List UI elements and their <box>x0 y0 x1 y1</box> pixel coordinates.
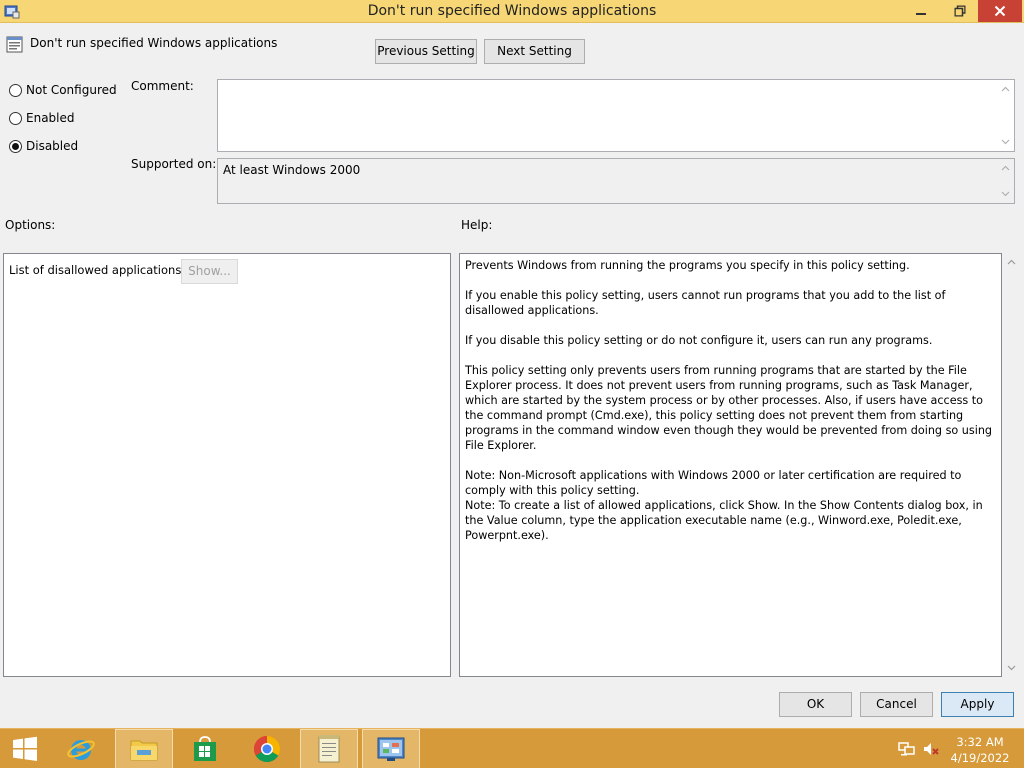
help-paragraph: Note: To create a list of allowed applic… <box>465 499 983 542</box>
title-bar: Don't run specified Windows applications <box>0 0 1024 23</box>
taskbar-file-explorer[interactable] <box>115 729 173 768</box>
scroll-down-icon[interactable] <box>1001 189 1010 198</box>
apply-button[interactable]: Apply <box>941 692 1014 717</box>
options-pane: List of disallowed applications Show... <box>3 253 451 677</box>
taskbar-store[interactable] <box>176 729 234 768</box>
help-pane: Prevents Windows from running the progra… <box>459 253 1002 677</box>
taskbar-notepad[interactable] <box>300 729 358 768</box>
scroll-up-icon[interactable] <box>1001 164 1010 173</box>
radio-label: Not Configured <box>26 83 117 97</box>
help-text: Prevents Windows from running the progra… <box>465 258 993 543</box>
enabled-radio[interactable]: Enabled <box>9 111 75 125</box>
close-icon <box>994 5 1006 17</box>
notepad-icon <box>318 735 340 763</box>
help-paragraph: This policy setting only prevents users … <box>465 364 993 452</box>
help-scrollbar[interactable] <box>1003 253 1020 677</box>
start-button[interactable] <box>0 729 50 768</box>
scroll-up-icon[interactable] <box>1001 85 1010 94</box>
options-label: Options: <box>5 218 56 232</box>
restore-button[interactable] <box>945 0 975 22</box>
help-label: Help: <box>461 218 493 232</box>
comment-label: Comment: <box>131 79 194 93</box>
disallowed-list-label: List of disallowed applications <box>9 263 182 277</box>
supported-on-label: Supported on: <box>131 157 217 171</box>
scroll-down-icon[interactable] <box>1001 137 1010 146</box>
comment-textarea[interactable] <box>217 79 1015 152</box>
minimize-button[interactable] <box>906 0 936 22</box>
not-configured-radio[interactable]: Not Configured <box>9 83 117 97</box>
taskbar-control-panel[interactable] <box>362 729 420 768</box>
cancel-button[interactable]: Cancel <box>860 692 933 717</box>
taskbar-chrome[interactable] <box>238 729 296 768</box>
comment-scrollbar[interactable] <box>997 80 1014 151</box>
help-paragraph: Prevents Windows from running the progra… <box>465 259 910 272</box>
clock-time: 3:32 AM <box>956 735 1004 749</box>
taskbar-internet-explorer[interactable] <box>52 729 110 768</box>
previous-setting-button[interactable]: Previous Setting <box>375 39 477 64</box>
help-paragraph: If you disable this policy setting or do… <box>465 334 933 347</box>
scroll-down-icon[interactable] <box>1007 663 1016 672</box>
clock-date: 4/19/2022 <box>950 751 1010 765</box>
supported-on-value: At least Windows 2000 <box>223 163 361 177</box>
network-icon[interactable] <box>898 740 916 758</box>
system-clock[interactable]: 3:32 AM 4/19/2022 <box>948 734 1012 766</box>
show-button[interactable]: Show... <box>181 259 238 284</box>
disabled-radio[interactable]: Disabled <box>9 139 78 153</box>
supported-scrollbar[interactable] <box>997 159 1014 203</box>
scroll-up-icon[interactable] <box>1007 258 1016 267</box>
control-panel-icon <box>377 737 405 761</box>
radio-label: Disabled <box>26 139 79 153</box>
minimize-icon <box>916 13 926 15</box>
chrome-icon <box>253 735 281 763</box>
file-explorer-icon <box>130 740 158 761</box>
restore-icon <box>954 5 966 17</box>
internet-explorer-icon <box>67 740 95 760</box>
next-setting-button[interactable]: Next Setting <box>484 39 585 64</box>
volume-muted-icon[interactable] <box>922 740 940 758</box>
help-paragraph: Note: Non-Microsoft applications with Wi… <box>465 469 962 497</box>
start-icon <box>13 736 37 761</box>
taskbar: 3:32 AM 4/19/2022 <box>0 728 1024 768</box>
help-paragraph: If you enable this policy setting, users… <box>465 289 946 317</box>
radio-label: Enabled <box>26 111 75 125</box>
radio-circle-selected <box>9 139 22 153</box>
policy-setting-icon <box>6 36 23 53</box>
policy-name: Don't run specified Windows applications <box>30 36 278 50</box>
supported-on-field: At least Windows 2000 <box>217 158 1015 204</box>
store-icon <box>194 736 216 761</box>
ok-button[interactable]: OK <box>779 692 852 717</box>
radio-circle <box>9 111 22 125</box>
close-button[interactable] <box>978 0 1022 22</box>
window-title: Don't run specified Windows applications <box>367 3 657 19</box>
radio-circle <box>9 83 22 97</box>
